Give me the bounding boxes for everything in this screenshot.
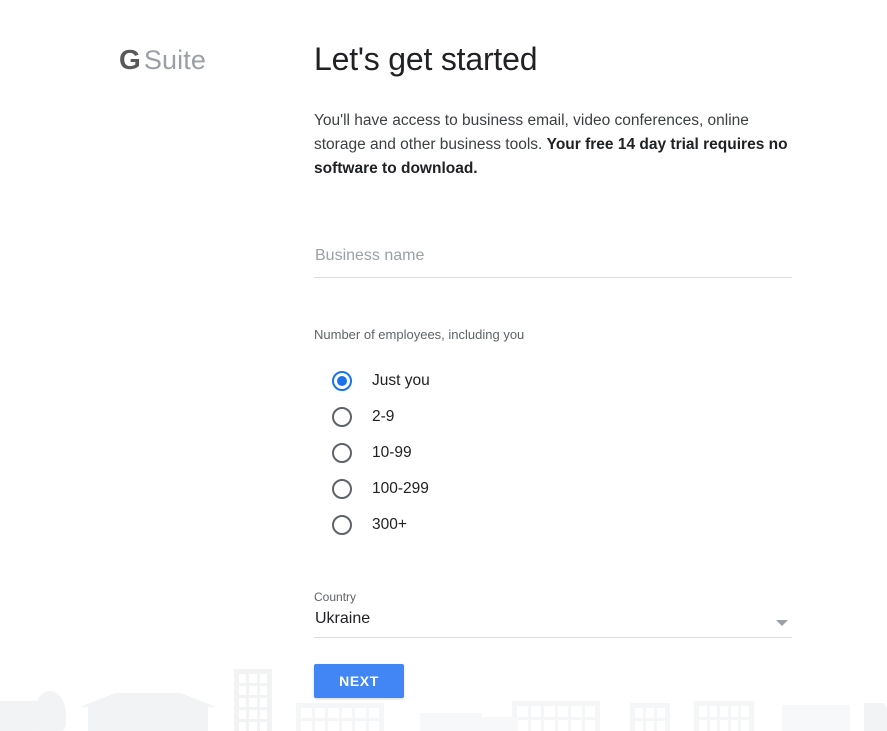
radio-option-2-9[interactable]: 2-9 — [332, 399, 794, 435]
business-name-field — [314, 244, 792, 278]
radio-option-just-you[interactable]: Just you — [332, 363, 794, 399]
radio-button-icon[interactable] — [332, 371, 352, 391]
radio-button-icon[interactable] — [332, 515, 352, 535]
radio-option-300-plus[interactable]: 300+ — [332, 507, 794, 543]
building-block-5 — [630, 703, 670, 731]
radio-button-icon[interactable] — [332, 479, 352, 499]
radio-label: 100-299 — [372, 480, 429, 497]
building-tower-center — [234, 669, 272, 731]
chevron-down-icon[interactable] — [776, 620, 788, 626]
country-select[interactable]: Country Ukraine — [314, 589, 792, 638]
radio-button-icon[interactable] — [332, 443, 352, 463]
page-title: Let's get started — [314, 41, 538, 77]
logo-wordmark: Suite — [143, 45, 206, 75]
building-block-3 — [512, 701, 600, 731]
radio-label: Just you — [372, 372, 430, 389]
radio-label: 10-99 — [372, 444, 412, 461]
radio-button-icon[interactable] — [332, 407, 352, 427]
google-g-icon: G — [119, 44, 141, 75]
intro-paragraph: You'll have access to business email, vi… — [314, 80, 792, 181]
signup-form: Let's get started You'll have access to … — [314, 0, 794, 698]
skyline-shape-left — [0, 701, 38, 731]
employees-radio-group: Just you 2-9 10-99 100-299 300+ — [314, 363, 794, 543]
radio-option-100-299[interactable]: 100-299 — [332, 471, 794, 507]
building-block-7 — [782, 705, 850, 731]
country-label: Country — [314, 590, 357, 604]
building-block-4 — [472, 717, 518, 731]
gsuite-logo: G Suite — [119, 44, 206, 76]
building-block-1 — [296, 703, 384, 731]
building-wide-left — [88, 705, 208, 731]
building-block-6 — [694, 701, 754, 731]
skyline-shape-right — [864, 703, 887, 731]
radio-option-10-99[interactable]: 10-99 — [332, 435, 794, 471]
radio-label: 300+ — [372, 516, 407, 533]
business-name-input[interactable] — [314, 244, 792, 278]
next-button[interactable]: NEXT — [314, 664, 404, 698]
tree-shape — [34, 691, 66, 731]
building-roof-left — [80, 693, 216, 707]
radio-label: 2-9 — [372, 408, 395, 425]
employees-group-label: Number of employees, including you — [314, 327, 525, 342]
building-block-2 — [420, 713, 482, 731]
country-value: Ukraine — [315, 610, 371, 627]
